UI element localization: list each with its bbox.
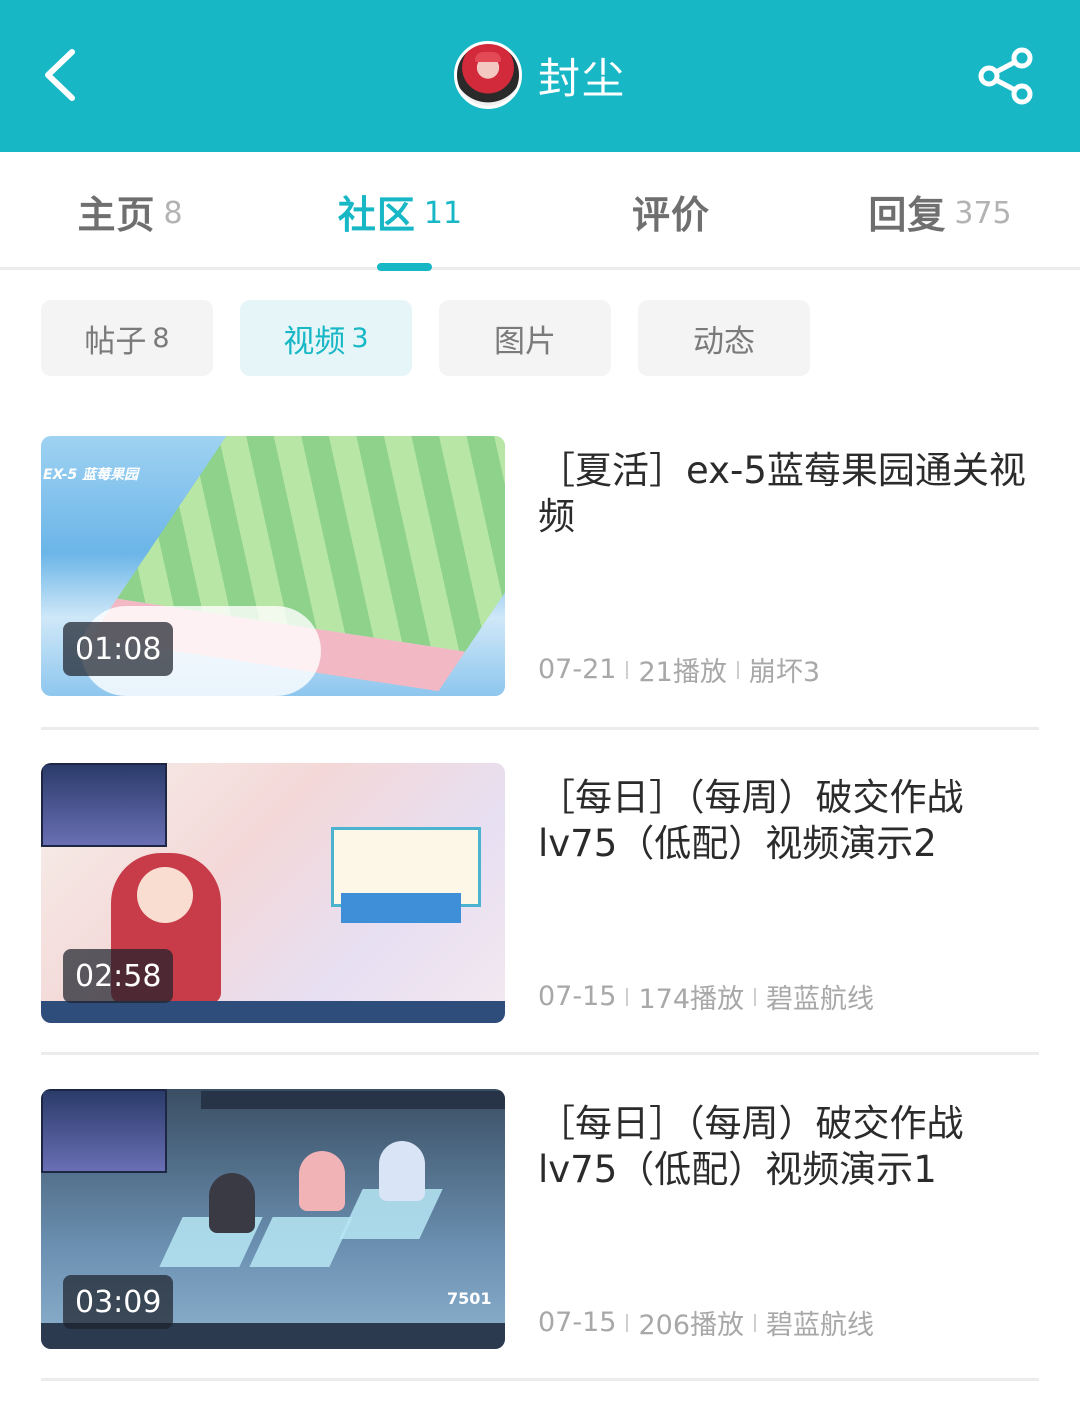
subtab-posts[interactable]: 帖子 8 — [41, 300, 213, 376]
subtab-images[interactable]: 图片 — [439, 300, 611, 376]
video-game[interactable]: 碧蓝航线 — [766, 977, 874, 1016]
subtab-count: 3 — [351, 322, 369, 354]
list-divider — [41, 727, 1039, 730]
video-thumbnail[interactable]: 02:58 — [41, 763, 505, 1023]
thumbnail-art — [379, 1141, 425, 1201]
video-date: 07-15 — [538, 1307, 617, 1338]
video-plays: 206播放 — [638, 1310, 745, 1341]
thumbnail-art — [137, 867, 193, 923]
tab-home[interactable]: 主页 8 — [40, 152, 220, 270]
tab-count: 375 — [954, 195, 1012, 231]
thumbnail-art — [249, 1217, 353, 1267]
list-divider — [41, 1378, 1039, 1381]
thumbnail-art — [41, 1001, 505, 1023]
video-game[interactable]: 碧蓝航线 — [766, 1303, 874, 1342]
video-duration: 03:09 — [63, 1275, 174, 1329]
thumbnail-art — [299, 1151, 345, 1211]
video-meta: 07-21 21播放 崩坏3 — [538, 650, 820, 689]
tab-replies[interactable]: 回复 375 — [850, 152, 1030, 270]
video-title[interactable]: ［夏活］ex-5蓝莓果园通关视频 — [538, 448, 1038, 540]
video-duration: 01:08 — [63, 622, 174, 676]
active-tab-indicator — [377, 263, 432, 271]
video-plays: 174播放 — [638, 984, 745, 1015]
tab-count: 8 — [163, 195, 183, 231]
video-meta: 07-15 174播放 碧蓝航线 — [538, 977, 874, 1016]
list-item[interactable]: EX-5 蓝莓果园 01:08 ［夏活］ex-5蓝莓果园通关视频 07-21 2… — [41, 436, 1039, 698]
subtab-videos[interactable]: 视频 3 — [240, 300, 412, 376]
thumbnail-art — [209, 1173, 255, 1233]
divider — [626, 987, 629, 1006]
subtab-label: 帖子 — [84, 323, 147, 360]
thumbnail-art — [41, 763, 167, 847]
share-icon — [978, 47, 1033, 105]
tab-reviews[interactable]: 评价 — [585, 152, 765, 270]
divider — [626, 1313, 629, 1332]
subtab-label: 动态 — [693, 323, 755, 360]
video-thumbnail[interactable]: EX-5 蓝莓果园 01:08 — [41, 436, 505, 696]
list-item[interactable]: 7501 03:09 ［每日］（每周）破交作战lv75（低配）视频演示1 07-… — [41, 1089, 1039, 1351]
video-game[interactable]: 崩坏3 — [749, 650, 820, 689]
video-thumbnail[interactable]: 7501 03:09 — [41, 1089, 505, 1349]
video-plays: 21播放 — [638, 657, 727, 688]
main-tabs: 主页 8 社区 11 评价 回复 375 — [0, 152, 1080, 270]
page-title: 封尘 — [537, 53, 626, 103]
tab-label: 社区 — [337, 192, 416, 237]
top-bar: 封尘 — [0, 0, 1080, 152]
video-duration: 02:58 — [63, 949, 174, 1003]
subtab-count: 8 — [152, 322, 170, 354]
video-title[interactable]: ［每日］（每周）破交作战lv75（低配）视频演示2 — [538, 775, 1038, 867]
thumbnail-number: 7501 — [447, 1289, 492, 1308]
subtab-activity[interactable]: 动态 — [638, 300, 810, 376]
subtab-label: 视频 — [283, 323, 346, 360]
list-item[interactable]: 02:58 ［每日］（每周）破交作战lv75（低配）视频演示2 07-15 17… — [41, 763, 1039, 1025]
subtab-label: 图片 — [494, 323, 556, 360]
divider — [736, 660, 739, 679]
video-date: 07-21 — [538, 654, 617, 685]
thumbnail-art — [201, 1091, 505, 1109]
video-meta: 07-15 206播放 碧蓝航线 — [538, 1303, 874, 1342]
thumbnail-art — [41, 1089, 167, 1173]
video-title[interactable]: ［每日］（每周）破交作战lv75（低配）视频演示1 — [538, 1101, 1038, 1193]
tab-label: 评价 — [631, 192, 710, 237]
thumbnail-caption: EX-5 蓝莓果园 — [43, 467, 139, 483]
divider — [754, 1313, 757, 1332]
thumbnail-art — [341, 893, 461, 923]
share-button[interactable] — [968, 38, 1044, 114]
divider — [754, 987, 757, 1006]
tab-label: 主页 — [77, 192, 156, 237]
header-title-group: 封尘 — [0, 38, 1080, 112]
tab-label: 回复 — [868, 192, 947, 237]
avatar[interactable] — [453, 41, 522, 109]
tab-count: 11 — [423, 195, 463, 231]
divider — [626, 660, 629, 679]
tab-community[interactable]: 社区 11 — [310, 152, 490, 270]
list-divider — [41, 1052, 1039, 1055]
video-date: 07-15 — [538, 981, 617, 1012]
